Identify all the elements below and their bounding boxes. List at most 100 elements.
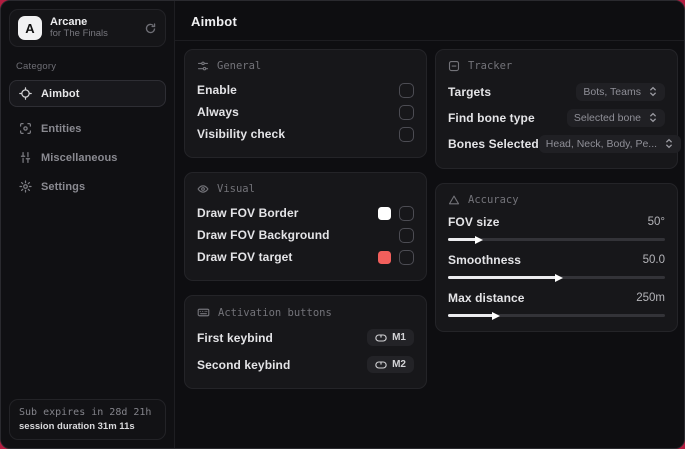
accuracy-card-title: Accuracy [468, 194, 519, 206]
setting-row-always: Always [197, 101, 414, 123]
page-title: Aimbot [191, 14, 237, 29]
fov-border-color-swatch[interactable] [378, 206, 391, 220]
slider-header: FOV size 50° [448, 213, 665, 231]
setting-label: Second keybind [197, 357, 291, 372]
sliders-icon [19, 151, 32, 164]
sub-expires-text: Sub expires in 28d 21h [19, 407, 152, 418]
setting-label: Find bone type [448, 110, 535, 125]
titlebar: Aimbot [175, 1, 684, 41]
sidebar-item-aimbot[interactable]: Aimbot [9, 80, 166, 107]
second-keybind-button[interactable]: M2 [367, 356, 414, 373]
sidebar-item-label: Settings [41, 180, 86, 193]
dropdown-value: Bots, Teams [583, 85, 641, 98]
sidebar-item-label: Miscellaneous [41, 151, 118, 164]
sidebar-item-entities[interactable]: Entities [9, 115, 166, 142]
setting-row-enable: Enable [197, 79, 414, 101]
keybind-value: M1 [392, 332, 406, 343]
fov-background-checkbox[interactable] [399, 227, 414, 243]
setting-label: First keybind [197, 330, 273, 345]
first-keybind-button[interactable]: M1 [367, 329, 414, 346]
smoothness-slider[interactable] [448, 273, 665, 282]
setting-label: Smoothness [448, 253, 522, 267]
smoothness-value: 50.0 [642, 254, 665, 266]
sidebar-item-miscellaneous[interactable]: Miscellaneous [9, 144, 166, 171]
activation-card-title: Activation buttons [218, 306, 332, 319]
setting-row-second-keybind: Second keybind M2 [197, 353, 414, 376]
row-controls [399, 227, 414, 243]
frame-icon [448, 60, 460, 72]
setting-label: Bones Selected [448, 136, 539, 151]
activation-card-header: Activation buttons [197, 306, 414, 319]
setting-row-find-bone-type: Find bone type Selected bone [448, 105, 665, 130]
setting-row-fov-target: Draw FOV target [197, 246, 414, 268]
app-name: Arcane [50, 16, 88, 29]
setting-label: Max distance [448, 291, 525, 305]
gear-icon [19, 180, 32, 193]
slider-header: Smoothness 50.0 [448, 251, 665, 269]
activation-card: Activation buttons First keybind M1 Seco… [184, 295, 427, 389]
visual-card: Visual Draw FOV Border Draw FOV Backgrou… [184, 172, 427, 281]
brand-card: A Arcane for The Finals [9, 9, 166, 47]
content: General Enable Always Visibility check V… [175, 41, 684, 448]
slider-fill [448, 314, 494, 317]
eye-icon [197, 183, 209, 195]
visual-card-title: Visual [217, 183, 255, 195]
tracker-card-title: Tracker [468, 60, 513, 72]
row-controls [378, 249, 414, 265]
slider-fill [448, 238, 478, 241]
general-card-header: General [197, 60, 414, 72]
right-column: Tracker Targets Bots, Teams Find bone ty… [435, 49, 682, 440]
app-subtitle: for The Finals [50, 27, 108, 39]
row-controls [378, 205, 414, 221]
fov-target-checkbox[interactable] [399, 249, 414, 265]
keyboard-icon [197, 306, 210, 319]
fov-size-slider[interactable] [448, 235, 665, 244]
general-icon [197, 60, 209, 72]
max-distance-slider-thumb[interactable] [491, 311, 500, 320]
visibility-check-checkbox[interactable] [399, 126, 414, 142]
max-distance-slider[interactable] [448, 311, 665, 320]
fov-target-color-swatch[interactable] [378, 250, 391, 264]
bones-selected-dropdown[interactable]: Head, Neck, Body, Pe... [538, 134, 682, 153]
find-bone-type-dropdown[interactable]: Selected bone [566, 108, 665, 127]
accuracy-card: Accuracy FOV size 50° Smoothness 50.0 Ma… [435, 183, 678, 332]
accuracy-card-header: Accuracy [448, 194, 665, 206]
setting-row-targets: Targets Bots, Teams [448, 79, 665, 104]
setting-row-fov-border: Draw FOV Border [197, 202, 414, 224]
session-duration-text: session duration 31m 11s [19, 421, 135, 432]
fov-border-checkbox[interactable] [399, 205, 414, 221]
app-logo: A [18, 16, 42, 40]
mouse-icon [375, 333, 387, 343]
refresh-icon[interactable] [144, 22, 157, 35]
keybind-value: M2 [392, 359, 406, 370]
setting-row-visibility-check: Visibility check [197, 123, 414, 145]
triangle-icon [448, 194, 460, 206]
setting-label: FOV size [448, 215, 500, 229]
sidebar-item-label: Entities [41, 122, 82, 135]
entities-icon [19, 122, 32, 135]
enable-checkbox[interactable] [399, 82, 414, 98]
sidebar: A Arcane for The Finals Category Aimbot [1, 1, 175, 448]
setting-label: Always [197, 105, 239, 119]
targets-dropdown[interactable]: Bots, Teams [576, 82, 665, 101]
crosshair-icon [19, 87, 32, 100]
setting-row-bones-selected: Bones Selected Head, Neck, Body, Pe... [448, 131, 682, 156]
slider-header: Max distance 250m [448, 289, 665, 307]
setting-label: Visibility check [197, 127, 286, 141]
subscription-card: Sub expires in 28d 21h session duration … [9, 399, 166, 440]
always-checkbox[interactable] [399, 104, 414, 120]
smoothness-slider-thumb[interactable] [554, 273, 563, 282]
setting-row-smoothness: Smoothness 50.0 [448, 251, 665, 282]
setting-label: Draw FOV Border [197, 206, 299, 220]
dropdown-value: Selected bone [573, 111, 641, 124]
fov-size-slider-thumb[interactable] [475, 235, 484, 244]
category-label: Category [16, 61, 57, 72]
general-card: General Enable Always Visibility check [184, 49, 427, 158]
chevron-up-down-icon [664, 138, 674, 149]
sidebar-item-settings[interactable]: Settings [9, 173, 166, 200]
setting-row-fov-background: Draw FOV Background [197, 224, 414, 246]
setting-label: Draw FOV target [197, 250, 293, 264]
fov-size-value: 50° [647, 216, 665, 228]
tracker-card: Tracker Targets Bots, Teams Find bone ty… [435, 49, 682, 169]
